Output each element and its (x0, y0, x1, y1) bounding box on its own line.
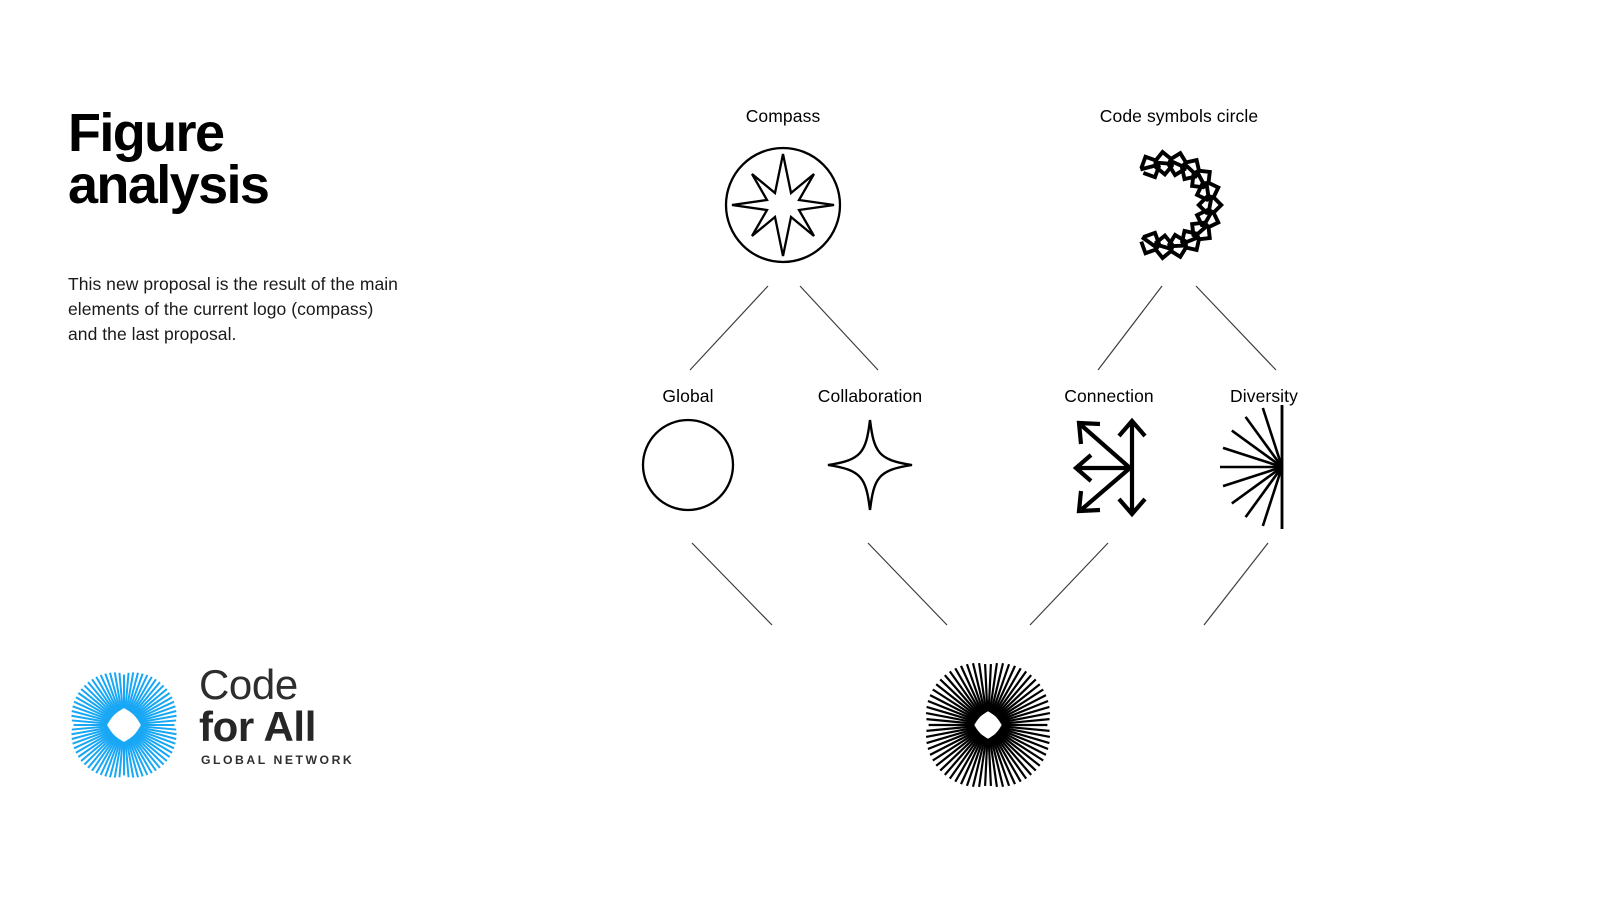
figure-analysis-diagram: Compass Code symbols circle Global Colla… (600, 80, 1400, 840)
connector-lines (689, 285, 1277, 626)
node-code-symbols-circle: Code symbols circle (1100, 106, 1258, 261)
node-compass: Compass (724, 106, 842, 264)
half-burst-icon (1220, 405, 1284, 529)
node-label-diversity: Diversity (1230, 386, 1298, 406)
intro-paragraph: This new proposal is the result of the m… (68, 274, 398, 345)
node-collaboration: Collaboration (818, 386, 922, 511)
logo-wordmark-line-2: for All (199, 702, 316, 750)
code-for-all-logo: Code for All GLOBAL NETWORK (62, 650, 382, 800)
node-connection: Connection (1064, 386, 1154, 518)
slide-canvas: Figure analysis This new proposal is the… (0, 0, 1600, 900)
node-label-collaboration: Collaboration (818, 386, 922, 406)
node-global: Global (641, 386, 735, 512)
code-symbols-arc-icon (1139, 149, 1224, 261)
logo-wordmark: Code for All GLOBAL NETWORK (199, 664, 379, 767)
radial-burst-mark-icon (62, 650, 190, 800)
four-point-star-icon (827, 419, 913, 511)
multi-arrow-icon (1072, 417, 1147, 518)
circle-outline-icon (641, 418, 735, 512)
node-label-connection: Connection (1064, 386, 1154, 406)
node-label-compass: Compass (746, 106, 821, 126)
node-result (925, 662, 1051, 788)
node-label-code-symbols-circle: Code symbols circle (1100, 106, 1258, 126)
logo-tagline: GLOBAL NETWORK (201, 753, 355, 768)
radial-burst-black-icon (925, 662, 1051, 788)
node-diversity: Diversity (1220, 386, 1298, 529)
page-title: Figure analysis (68, 103, 270, 215)
compass-rose-in-circle-icon (724, 146, 842, 264)
left-text-panel: Figure analysis This new proposal is the… (68, 103, 468, 344)
logo-wordmark-line-1: Code (199, 661, 298, 708)
node-label-global: Global (662, 386, 713, 406)
